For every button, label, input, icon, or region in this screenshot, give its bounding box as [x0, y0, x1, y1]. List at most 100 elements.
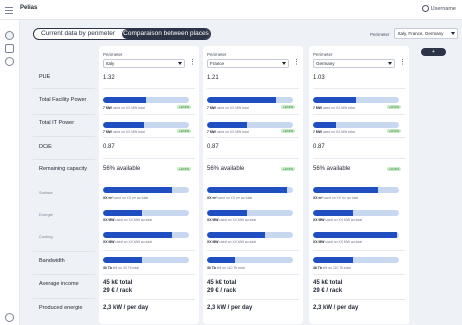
it-power-caption: 7 MW used on XX MW total — [207, 130, 249, 134]
it-power-badge: +12,5% — [386, 129, 401, 133]
label-total-it-power: Total IT Power — [39, 120, 75, 126]
facility-power-bar — [313, 97, 399, 103]
it-power-bar — [207, 122, 293, 128]
facility-power-caption: 7 MW used on XX MW total — [207, 106, 249, 110]
cooling-caption: XX MW used on XX MW au total — [313, 240, 363, 244]
top-bar: Pelias Username — [0, 0, 462, 20]
label-dcie: DCiE — [39, 144, 52, 150]
country-select[interactable]: France — [207, 59, 289, 68]
chevron-down-icon — [178, 62, 182, 65]
tab-current-data[interactable]: Current data by perimeter — [34, 29, 122, 39]
surface-caption: XX m² used on XX m² au total — [103, 196, 149, 200]
pue-value: 1.21 — [207, 75, 219, 81]
row-labels: PUE Total Facility Power Total IT Power … — [33, 44, 95, 324]
username: Username — [430, 5, 456, 12]
alerts-icon[interactable] — [5, 57, 14, 66]
it-power-caption: 7 MW used on XX MW total — [103, 130, 145, 134]
dcie-value: 0.87 — [103, 144, 115, 150]
facility-power-caption: 7 MW used on XX MW total — [103, 106, 145, 110]
income-rack: 29 € / rack — [313, 288, 343, 294]
tab-comparison[interactable]: Comparaison between places — [122, 29, 210, 39]
cooling-bar — [207, 232, 293, 238]
label-average-income: Average income — [39, 281, 79, 287]
facility-power-badge: +12,5% — [386, 105, 401, 109]
chevron-down-icon — [451, 32, 455, 35]
cooling-caption: XX MW used on XX MW au total — [103, 240, 153, 244]
surface-caption: XX m² used on XX m² au total — [207, 196, 253, 200]
bandwidth-bar — [103, 257, 189, 263]
it-power-caption: 7 MW used on XX MW total — [313, 130, 355, 134]
more-options-icon[interactable]: ⋮ — [293, 59, 300, 67]
menu-icon[interactable] — [5, 7, 13, 16]
place-card-italy: Perimeter Italy ⋮ 1.32 7 MW used on XX M… — [99, 46, 199, 324]
label-bandwidth: Bandwidth — [39, 258, 65, 264]
income-total: 45 k€ total — [103, 280, 133, 286]
surface-bar — [207, 187, 293, 193]
cooling-caption: XX MW used on XX MW au total — [207, 240, 257, 244]
cooling-bar — [313, 232, 399, 238]
bandwidth-caption: 46 Tb left on 110 Tb total — [313, 266, 351, 270]
country-select[interactable]: Germany — [313, 59, 395, 68]
label-remaining-capacity: Remaining capacity — [39, 166, 87, 172]
label-produced-energie: Produced energie — [39, 305, 83, 311]
surface-caption: XX m² used on XX m² au total — [313, 196, 359, 200]
facility-power-badge: +12,5% — [176, 105, 191, 109]
produced-value: 2,3 kW / per day — [313, 305, 359, 311]
settings-icon[interactable] — [5, 313, 14, 322]
users-icon[interactable] — [5, 44, 14, 53]
surface-bar — [103, 187, 189, 193]
energie-bar — [313, 210, 399, 216]
it-power-badge: +12,5% — [176, 129, 191, 133]
energie-caption: XX MW used on XX MW au total — [313, 218, 363, 222]
pue-value: 1.03 — [313, 75, 325, 81]
income-total: 45 k€ total — [207, 280, 237, 286]
energie-caption: XX MW used on XX MW au total — [207, 218, 257, 222]
perimeter-label: Perimeter — [370, 32, 390, 37]
produced-value: 2,3 kW / per day — [103, 305, 149, 311]
energie-caption: XX MW used on XX MW au total — [103, 218, 153, 222]
dashboard-icon[interactable] — [5, 31, 14, 40]
income-total: 45 k€ total — [313, 280, 343, 286]
user-menu[interactable]: Username — [421, 5, 456, 12]
place-card-france: Perimeter France ⋮ 1.21 7 MW used on XX … — [203, 46, 303, 324]
bandwidth-bar — [313, 257, 399, 263]
card-perimeter-label: Perimeter — [103, 52, 123, 57]
chevron-down-icon — [388, 62, 392, 65]
facility-power-badge: +12,5% — [280, 105, 295, 109]
pue-value: 1.32 — [103, 75, 115, 81]
more-options-icon[interactable]: ⋮ — [399, 59, 406, 67]
dcie-value: 0.87 — [313, 144, 325, 150]
remaining-badge: +12,5% — [386, 167, 401, 171]
remaining-badge: +12,5% — [280, 167, 295, 171]
it-power-bar — [103, 122, 189, 128]
remaining-badge: +12,5% — [176, 167, 191, 171]
energie-bar — [207, 210, 293, 216]
view-tabs: Current data by perimeter Comparaison be… — [33, 28, 211, 40]
user-icon — [421, 5, 429, 12]
card-perimeter-label: Perimeter — [207, 52, 227, 57]
it-power-bar — [313, 122, 399, 128]
facility-power-bar — [207, 97, 293, 103]
label-energie: Energie — [39, 212, 53, 217]
remaining-value: 56% available — [103, 166, 141, 172]
bandwidth-caption: 30 Tb left on 110 Tb total — [207, 266, 245, 270]
label-total-facility-power: Total Facility Power — [39, 97, 87, 103]
facility-power-bar — [103, 97, 189, 103]
label-cooling: Cooling — [39, 234, 53, 239]
more-options-icon[interactable]: ⋮ — [189, 59, 196, 67]
perimeter-select[interactable]: Italy, France, Germany — [394, 28, 458, 39]
remaining-value: 56% available — [313, 166, 351, 172]
cooling-bar — [103, 232, 189, 238]
country-select[interactable]: Italy — [103, 59, 185, 68]
chevron-down-icon — [282, 62, 286, 65]
bandwidth-caption: 30 Tb left on 33 Tb total — [103, 266, 139, 270]
dcie-value: 0.87 — [207, 144, 219, 150]
income-rack: 29 € / rack — [207, 288, 237, 294]
side-nav — [0, 20, 20, 325]
produced-value: 2,3 kW / per day — [207, 305, 253, 311]
facility-power-caption: 7 MW used on XX MW total — [313, 106, 355, 110]
it-power-badge: +12,5% — [280, 129, 295, 133]
label-surface: Surface — [39, 190, 53, 195]
income-rack: 29 € / rack — [103, 288, 133, 294]
comparison-panel: PUE Total Facility Power Total IT Power … — [33, 44, 458, 324]
